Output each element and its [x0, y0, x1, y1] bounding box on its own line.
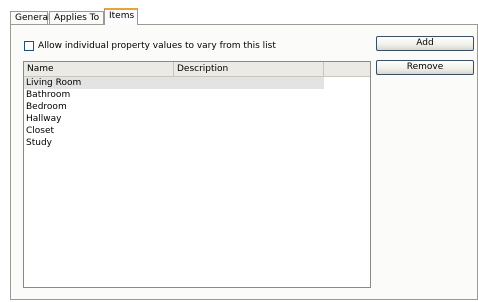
list-item[interactable]: Bathroom — [24, 89, 370, 101]
tab-strip: General Applies To Items — [10, 8, 478, 25]
list-item[interactable]: Study — [24, 137, 370, 149]
add-button[interactable]: Add — [376, 36, 474, 51]
allow-vary-checkbox-row[interactable]: Allow individual property values to vary… — [24, 40, 276, 52]
allow-vary-checkbox-label[interactable]: Allow individual property values to vary… — [38, 41, 276, 51]
list-item[interactable]: Bedroom — [24, 101, 370, 113]
allow-vary-checkbox[interactable] — [24, 41, 34, 51]
list-item[interactable]: Closet — [24, 125, 370, 137]
items-list[interactable]: Name Description Living Room Bathroom Be… — [23, 61, 371, 288]
list-item[interactable]: Hallway — [24, 113, 370, 125]
column-header-name[interactable]: Name — [24, 62, 174, 76]
list-rows: Living Room Bathroom Bedroom Hallway Clo… — [24, 77, 370, 149]
column-header-description[interactable]: Description — [174, 62, 324, 76]
column-header-filler — [324, 62, 370, 76]
tab-applies-to[interactable]: Applies To — [49, 11, 104, 24]
tab-general[interactable]: General — [10, 11, 50, 24]
remove-button[interactable]: Remove — [376, 60, 474, 75]
list-header: Name Description — [24, 62, 370, 77]
list-item[interactable]: Living Room — [24, 77, 324, 89]
tab-items[interactable]: Items — [104, 8, 138, 25]
